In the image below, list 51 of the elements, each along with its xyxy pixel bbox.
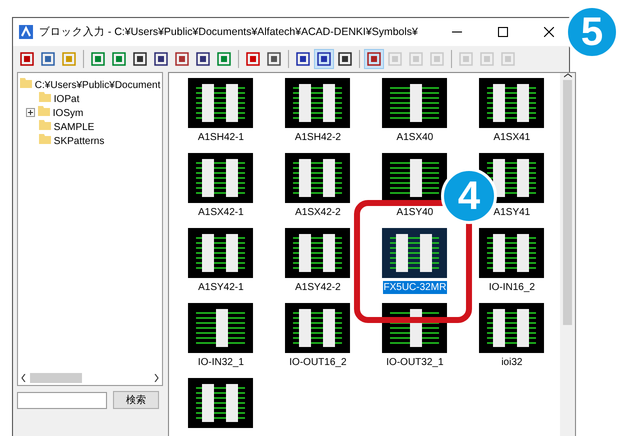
- toolbar-button[interactable]: [314, 49, 334, 69]
- block-thumbnail[interactable]: [382, 78, 448, 128]
- tree-item[interactable]: SKPatterns: [39, 133, 104, 147]
- callout-badge: 5: [565, 5, 619, 59]
- tree-item[interactable]: SAMPLE: [39, 119, 94, 133]
- block-thumbnail[interactable]: [382, 228, 448, 278]
- block-thumbnail[interactable]: [285, 228, 350, 278]
- vertical-scrollbar[interactable]: [560, 73, 576, 436]
- block-name[interactable]: A1SY42-1: [197, 281, 245, 294]
- minimize-icon: [452, 31, 462, 33]
- block-thumbnail[interactable]: [285, 303, 350, 353]
- scroll-right-icon[interactable]: [154, 374, 160, 382]
- maximize-icon: [498, 27, 508, 37]
- scroll-up-icon[interactable]: [564, 73, 572, 78]
- block-name[interactable]: IO-OUT32_1: [385, 356, 445, 369]
- block-name[interactable]: IO-IN32_1: [196, 356, 245, 369]
- block-name[interactable]: A1SY41: [492, 206, 532, 219]
- search-field[interactable]: [17, 392, 107, 408]
- block-name[interactable]: A1SY40: [396, 206, 434, 219]
- block-name[interactable]: A1SY42-2: [294, 281, 342, 294]
- toolbar-button[interactable]: [364, 49, 384, 69]
- block-name[interactable]: IO-OUT16_2: [288, 356, 348, 369]
- block-thumbnail[interactable]: [188, 303, 254, 353]
- block-thumbnail[interactable]: [479, 228, 544, 278]
- block-thumbnail[interactable]: [188, 153, 254, 203]
- block-name[interactable]: A1SH42-2: [294, 131, 342, 144]
- block-name[interactable]: A1SX42-1: [197, 206, 245, 219]
- block-name[interactable]: IO-IN16_2: [488, 281, 536, 294]
- block-thumbnail[interactable]: [479, 303, 544, 353]
- block-thumbnail[interactable]: [188, 228, 254, 278]
- block-thumbnail[interactable]: [285, 78, 350, 128]
- block-name[interactable]: FX5UC-32MR: [382, 281, 448, 294]
- expand-icon[interactable]: [26, 108, 35, 116]
- tree-item[interactable]: IOSym: [38, 105, 84, 119]
- search-button[interactable]: 検索: [113, 391, 159, 409]
- block-name[interactable]: A1SX41: [492, 131, 532, 144]
- app-icon: [19, 25, 33, 39]
- block-name[interactable]: A1SX42-2: [294, 206, 342, 219]
- close-icon: [544, 27, 554, 37]
- block-name[interactable]: ioi32: [500, 356, 524, 369]
- block-thumbnail[interactable]: [479, 78, 544, 128]
- window-title: ブロック入力 - C:¥Users¥Public¥Documents¥Alfatech¥ACAD-DENKI¥Symbols¥: [39, 25, 419, 39]
- block-thumbnail[interactable]: [382, 153, 448, 203]
- block-name[interactable]: A1SX40: [396, 131, 434, 144]
- block-thumbnail[interactable]: [285, 153, 350, 203]
- tree-item[interactable]: IOPat: [39, 91, 80, 105]
- block-thumbnail[interactable]: [188, 78, 254, 128]
- tree-item[interactable]: C:¥Users¥Public¥Document: [20, 77, 160, 91]
- block-thumbnail[interactable]: [188, 378, 254, 428]
- scroll-left-icon[interactable]: [21, 374, 26, 382]
- block-name[interactable]: A1SH42-1: [196, 131, 245, 144]
